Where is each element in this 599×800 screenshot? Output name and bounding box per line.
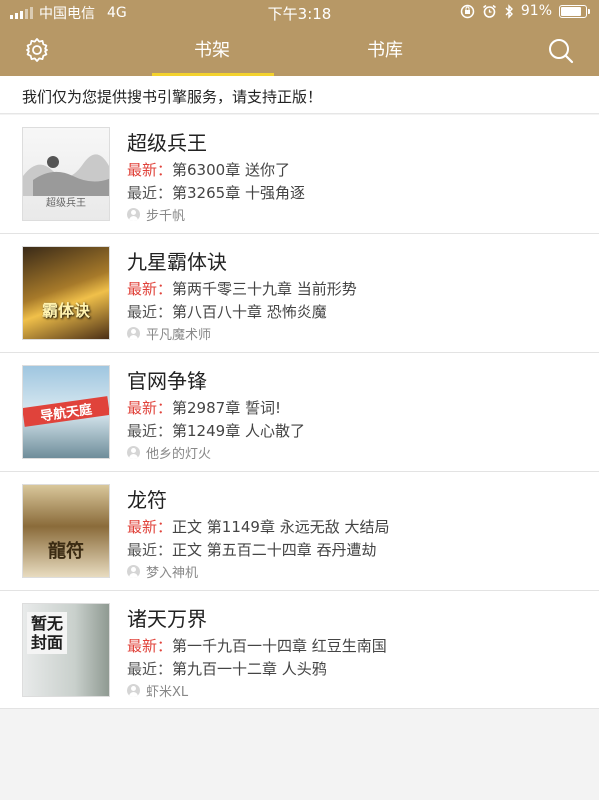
latest-chapter-text: 第一千九百一十四章 红豆生南国: [172, 637, 387, 655]
cover-title: 霸体诀: [41, 301, 90, 320]
cover-title: 超级兵王: [46, 198, 86, 209]
status-bar: 中国电信 4G 下午3:18 91%: [0, 0, 599, 24]
latest-chapter: 最新：正文 第1149章 永远无敌 大结局: [127, 516, 390, 537]
book-item[interactable]: 超级兵王 超级兵王 最新：第6300章 送你了 最近：第3265章 十强角逐 步…: [0, 115, 599, 234]
cover-title: 导航天庭: [23, 396, 109, 427]
author-name: 梦入神机: [146, 566, 199, 581]
recent-chapter: 最近：第八百八十章 恐怖炎魔: [127, 301, 327, 322]
recent-chapter-text: 第1249章 人心散了: [172, 422, 305, 440]
newest-label: 最新：: [127, 518, 173, 536]
app-header: 中国电信 4G 下午3:18 91% 书架 书库: [0, 0, 599, 76]
user-icon: [127, 565, 140, 578]
book-title: 超级兵王: [127, 131, 207, 155]
tab-bookshelf[interactable]: 书架: [152, 36, 272, 62]
book-item[interactable]: 龍符 龙符 最新：正文 第1149章 永远无敌 大结局 最近：正文 第五百二十四…: [0, 472, 599, 591]
battery-percent: 91%: [520, 3, 552, 19]
author-row: 步千帆: [127, 205, 185, 224]
disclaimer-banner: 我们仅为您提供搜书引擎服务，请支持正版！: [0, 76, 599, 114]
book-cover: 导航天庭: [22, 365, 110, 459]
author-row: 平凡魔术师: [127, 324, 211, 343]
recent-chapter-text: 第九百一十二章 人头鸦: [172, 660, 327, 678]
gear-icon[interactable]: [24, 37, 50, 63]
user-icon: [127, 327, 140, 340]
latest-chapter-text: 第2987章 誓词!: [172, 399, 281, 417]
newest-label: 最新：: [127, 280, 173, 298]
orientation-lock-icon: [460, 4, 475, 18]
alarm-icon: [482, 4, 496, 18]
search-icon[interactable]: [547, 37, 575, 65]
recent-chapter: 最近：第1249章 人心散了: [127, 420, 305, 441]
recent-label: 最近：: [127, 184, 173, 202]
latest-chapter: 最新：第两千零三十九章 当前形势: [127, 278, 357, 299]
author-row: 虾米XL: [127, 681, 188, 700]
latest-chapter-text: 正文 第1149章 永远无敌 大结局: [172, 518, 390, 536]
book-item[interactable]: 暂无封面 诸天万界 最新：第一千九百一十四章 红豆生南国 最近：第九百一十二章 …: [0, 591, 599, 709]
author-name: 他乡的灯火: [146, 447, 212, 462]
latest-chapter: 最新：第6300章 送你了: [127, 159, 290, 180]
cover-title: 龍符: [48, 541, 84, 562]
recent-label: 最近：: [127, 303, 173, 321]
recent-label: 最近：: [127, 541, 173, 559]
bluetooth-icon: [505, 3, 513, 19]
recent-chapter-text: 第3265章 十强角逐: [172, 184, 305, 202]
user-icon: [127, 446, 140, 459]
latest-chapter: 最新：第2987章 誓词!: [127, 397, 281, 418]
author-name: 步千帆: [146, 209, 186, 224]
user-icon: [127, 684, 140, 697]
latest-chapter-text: 第6300章 送你了: [172, 161, 290, 179]
book-title: 九星霸体诀: [127, 250, 227, 274]
book-cover: 超级兵王: [22, 127, 110, 221]
battery-icon: [559, 4, 590, 18]
user-icon: [127, 208, 140, 221]
top-nav: 书架 书库: [0, 24, 599, 76]
book-title: 官网争锋: [127, 369, 207, 393]
recent-chapter-text: 正文 第五百二十四章 吞丹遭劫: [172, 541, 377, 559]
newest-label: 最新：: [127, 637, 173, 655]
recent-chapter: 最近：正文 第五百二十四章 吞丹遭劫: [127, 539, 377, 560]
author-name: 平凡魔术师: [146, 328, 212, 343]
latest-chapter: 最新：第一千九百一十四章 红豆生南国: [127, 635, 387, 656]
book-cover: 霸体诀: [22, 246, 110, 340]
recent-chapter-text: 第八百八十章 恐怖炎魔: [172, 303, 327, 321]
book-title: 龙符: [127, 488, 167, 512]
recent-chapter: 最近：第3265章 十强角逐: [127, 182, 305, 203]
book-item[interactable]: 导航天庭 官网争锋 最新：第2987章 誓词! 最近：第1249章 人心散了 他…: [0, 353, 599, 472]
recent-chapter: 最近：第九百一十二章 人头鸦: [127, 658, 327, 679]
bookshelf-list: 超级兵王 超级兵王 最新：第6300章 送你了 最近：第3265章 十强角逐 步…: [0, 115, 599, 709]
book-cover: 暂无封面: [22, 603, 110, 697]
author-row: 梦入神机: [127, 562, 198, 581]
author-name: 虾米XL: [146, 685, 189, 700]
newest-label: 最新：: [127, 399, 173, 417]
book-cover: 龍符: [22, 484, 110, 578]
cover-placeholder: 暂无封面: [27, 612, 67, 654]
newest-label: 最新：: [127, 161, 173, 179]
recent-label: 最近：: [127, 422, 173, 440]
author-row: 他乡的灯火: [127, 443, 211, 462]
recent-label: 最近：: [127, 660, 173, 678]
latest-chapter-text: 第两千零三十九章 当前形势: [172, 280, 357, 298]
tab-library[interactable]: 书库: [325, 36, 445, 62]
book-title: 诸天万界: [127, 607, 207, 631]
book-item[interactable]: 霸体诀 九星霸体诀 最新：第两千零三十九章 当前形势 最近：第八百八十章 恐怖炎…: [0, 234, 599, 353]
